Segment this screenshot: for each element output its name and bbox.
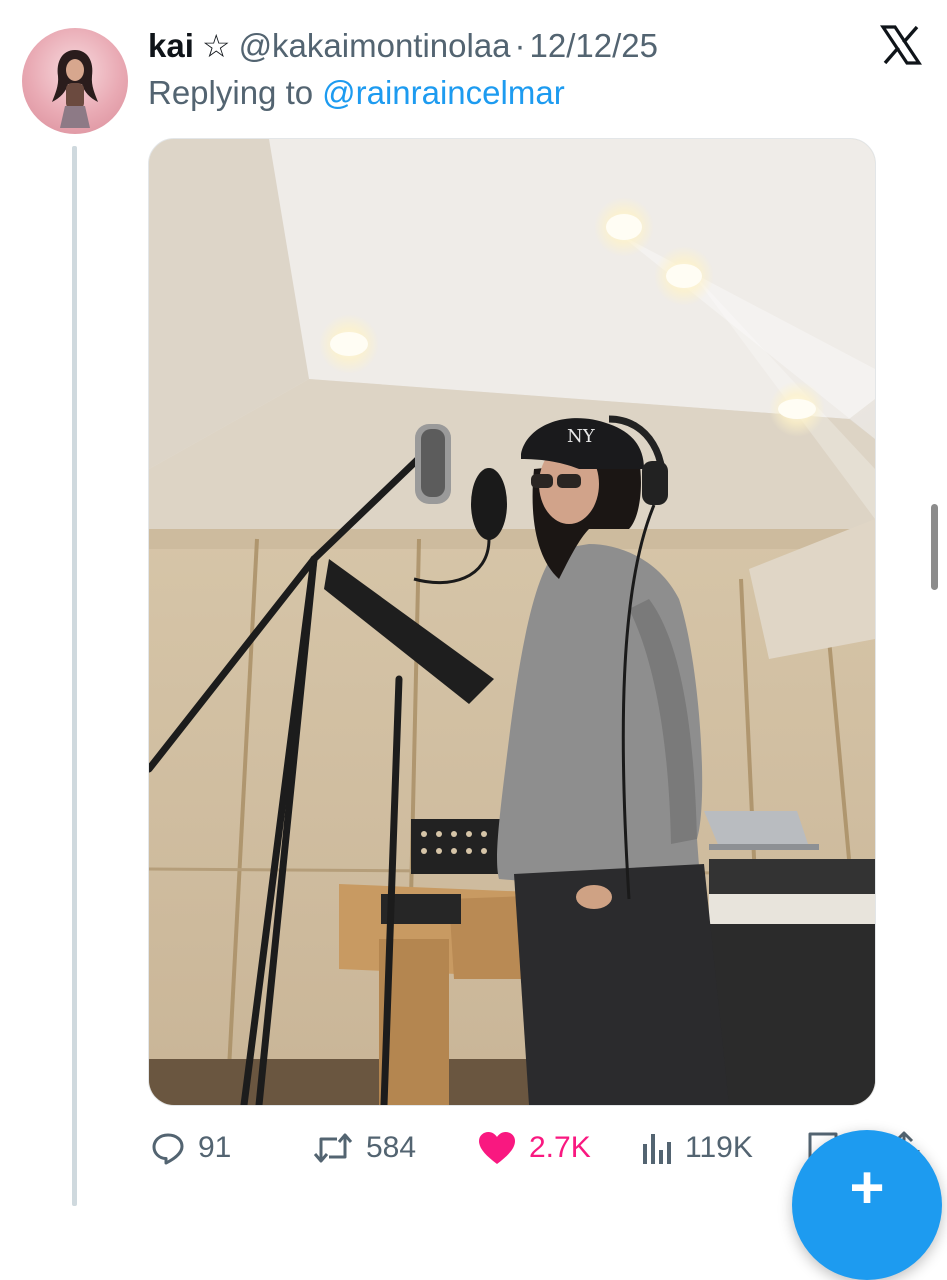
avatar[interactable] bbox=[22, 28, 128, 134]
reply-icon bbox=[152, 1133, 184, 1165]
views-count: 119K bbox=[685, 1131, 753, 1164]
retweet-button[interactable]: 584 bbox=[312, 1120, 416, 1176]
replying-to: Replying to @rainraincelmar bbox=[148, 72, 565, 114]
user-handle[interactable]: @kakaimontinolaa bbox=[239, 27, 511, 65]
replying-to-label: Replying to bbox=[148, 74, 314, 111]
retweet-count: 584 bbox=[366, 1131, 417, 1164]
reply-count: 91 bbox=[198, 1131, 232, 1164]
views-chart-icon bbox=[643, 1134, 671, 1164]
thread-line bbox=[72, 146, 77, 1206]
replying-to-handle[interactable]: @rainraincelmar bbox=[322, 74, 565, 112]
plus-icon: + bbox=[849, 1154, 885, 1221]
like-button[interactable]: 2.7K bbox=[477, 1120, 591, 1176]
heart-filled-icon bbox=[479, 1132, 515, 1164]
views-button[interactable]: 119K bbox=[641, 1120, 753, 1176]
like-count: 2.7K bbox=[529, 1131, 591, 1164]
star-icon: ☆ bbox=[201, 28, 231, 64]
separator-dot: · bbox=[514, 27, 526, 64]
tweet-header: kai ☆ @kakaimontinolaa · 12/12/25 bbox=[148, 24, 658, 68]
x-logo-icon bbox=[880, 24, 922, 66]
svg-text:NY: NY bbox=[567, 426, 596, 447]
tweet-photo[interactable]: NY bbox=[148, 138, 876, 1106]
compose-button[interactable]: + bbox=[792, 1130, 942, 1280]
tweet-date[interactable]: 12/12/25 bbox=[530, 27, 658, 65]
display-name[interactable]: kai bbox=[148, 27, 194, 65]
scrollbar[interactable] bbox=[931, 504, 938, 590]
retweet-icon bbox=[313, 1133, 353, 1163]
reply-button[interactable]: 91 bbox=[150, 1120, 231, 1176]
